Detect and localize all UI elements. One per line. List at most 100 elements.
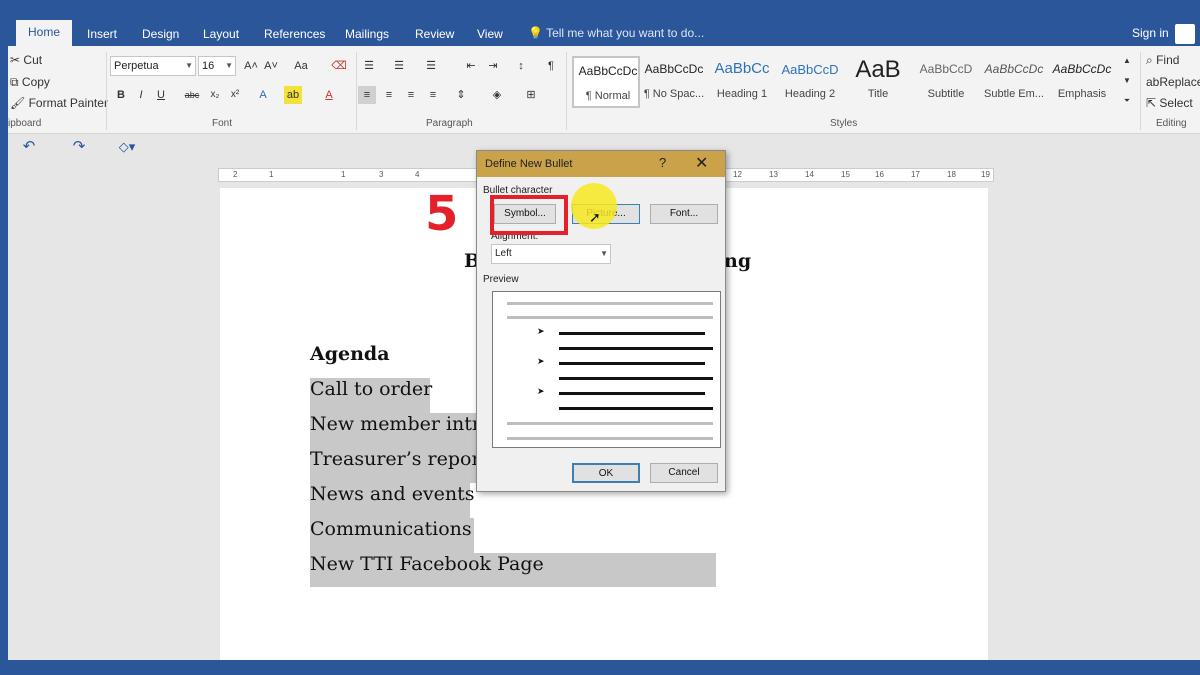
strikethrough-button[interactable]: abc <box>180 86 204 104</box>
style-title[interactable]: AaB Title <box>844 56 912 108</box>
group-divider <box>106 52 107 130</box>
cancel-button[interactable]: Cancel <box>650 463 718 483</box>
tell-me-box[interactable]: 💡 Tell me what you want to do... <box>528 26 704 40</box>
dialog-title-bar[interactable]: Define New Bullet ? ✕ <box>477 151 725 177</box>
preview-label: Preview <box>483 274 519 285</box>
styles-group-label: Styles <box>830 118 858 129</box>
align-center-icon[interactable]: ≡ <box>380 86 398 104</box>
sign-in-link[interactable]: Sign in <box>1132 26 1169 40</box>
replace-button[interactable]: abReplace <box>1146 74 1200 90</box>
preview-line <box>507 316 713 319</box>
shrink-font-icon[interactable]: A˅ <box>262 57 280 75</box>
undo-icon[interactable]: ↶ <box>20 138 38 156</box>
style-no-spacing[interactable]: AaBbCcDc ¶ No Spac... <box>640 56 708 108</box>
list-item: News and events <box>310 483 475 505</box>
preview-line <box>559 362 705 365</box>
bullet-preview: ➤ ➤ ➤ <box>492 291 721 448</box>
grow-font-icon[interactable]: A˄ <box>242 57 260 75</box>
copy-icon: ⧉ <box>10 75 19 89</box>
tab-mailings[interactable]: Mailings <box>345 22 389 46</box>
list-item: Communications <box>310 518 472 540</box>
preview-line <box>507 437 713 440</box>
help-icon[interactable]: ? <box>659 155 666 170</box>
styles-scroll-up-icon[interactable]: ▲ <box>1118 52 1136 70</box>
font-button[interactable]: Font... <box>650 204 718 224</box>
font-size-dropdown[interactable]: 16 ▼ <box>198 56 236 76</box>
ok-button[interactable]: OK <box>572 463 640 483</box>
clear-formatting-icon[interactable]: ⌫ <box>330 57 348 75</box>
text-effects-icon[interactable]: A <box>254 86 272 104</box>
multilevel-list-icon[interactable]: ☰ <box>422 57 440 75</box>
increase-indent-icon[interactable]: ⇥ <box>484 57 502 75</box>
style-normal[interactable]: AaBbCcDc ¶ Normal <box>572 56 640 108</box>
change-case-icon[interactable]: Aa <box>288 57 314 75</box>
decrease-indent-icon[interactable]: ⇤ <box>462 57 480 75</box>
align-left-icon[interactable]: ≡ <box>358 86 376 104</box>
line-spacing-icon[interactable]: ⇕ <box>452 86 470 104</box>
style-emphasis[interactable]: AaBbCcDc Emphasis <box>1048 56 1116 108</box>
heading-fragment-right: ng <box>724 250 752 272</box>
preview-bullet-icon: ➤ <box>537 326 545 336</box>
mouse-pointer-icon: ➚ <box>589 209 601 225</box>
share-person-icon[interactable] <box>1175 24 1195 44</box>
font-group-label: Font <box>212 118 233 129</box>
status-bar <box>8 660 1200 675</box>
clipboard-group-label: ipboard <box>8 118 42 129</box>
style-heading-1[interactable]: AaBbCc Heading 1 <box>708 56 776 108</box>
tell-me-text: Tell me what you want to do... <box>546 26 705 40</box>
font-color-icon[interactable]: A <box>320 86 338 104</box>
borders-icon[interactable]: ⊞ <box>522 86 540 104</box>
ribbon-tab-bar: Home Insert Design Layout References Mai… <box>0 0 1200 46</box>
copy-button[interactable]: ⧉ Copy <box>10 74 50 90</box>
subscript-button[interactable]: x₂ <box>206 86 224 104</box>
cursor-icon: ⇱ <box>1146 96 1157 110</box>
lightbulb-icon: 💡 <box>528 26 543 40</box>
styles-scroll-down-icon[interactable]: ▼ <box>1118 72 1136 90</box>
close-icon[interactable]: ✕ <box>695 153 708 173</box>
underline-button[interactable]: U <box>152 86 170 104</box>
highlight-color-icon[interactable]: ab <box>284 86 302 104</box>
tab-review[interactable]: Review <box>415 22 454 46</box>
tab-references[interactable]: References <box>264 22 325 46</box>
tab-design[interactable]: Design <box>142 22 179 46</box>
font-name-dropdown[interactable]: Perpetua ▼ <box>110 56 196 76</box>
format-painter-button[interactable]: 🖌 Format Painter <box>10 95 108 111</box>
chevron-down-icon: ▼ <box>225 61 233 70</box>
select-button[interactable]: ⇱ Select <box>1146 95 1193 111</box>
styles-more-icon[interactable]: ⏷ <box>1118 92 1136 110</box>
tab-layout[interactable]: Layout <box>203 22 239 46</box>
sort-icon[interactable]: ↕ <box>512 57 530 75</box>
paintbrush-icon: 🖌 <box>10 96 26 110</box>
list-item: New TTI Facebook Page <box>310 553 544 575</box>
shading-icon[interactable]: ◈ <box>488 86 506 104</box>
alignment-dropdown[interactable]: Left ▼ <box>491 244 611 264</box>
search-icon: ⌕ <box>1146 53 1153 67</box>
list-item: New member intro <box>310 413 493 435</box>
show-marks-icon[interactable]: ¶ <box>542 57 560 75</box>
paragraph-group-label: Paragraph <box>426 118 473 129</box>
style-subtle-emphasis[interactable]: AaBbCcDc Subtle Em... <box>980 56 1048 108</box>
list-item: Call to order <box>310 378 433 400</box>
dialog-title: Define New Bullet <box>485 158 573 170</box>
tab-insert[interactable]: Insert <box>87 22 117 46</box>
tab-view[interactable]: View <box>477 22 503 46</box>
bullets-icon[interactable]: ☰ <box>360 57 378 75</box>
italic-button[interactable]: I <box>132 86 150 104</box>
cut-button[interactable]: ✂ Cut <box>10 52 42 68</box>
tab-home[interactable]: Home <box>16 20 73 46</box>
superscript-button[interactable]: x² <box>226 86 244 104</box>
touch-mode-icon[interactable]: ◇▾ <box>112 138 142 156</box>
numbering-icon[interactable]: ☰ <box>390 57 408 75</box>
redo-icon[interactable]: ↷ <box>70 138 88 156</box>
style-heading-2[interactable]: AaBbCcD Heading 2 <box>776 56 844 108</box>
step-number: 5 <box>425 186 459 242</box>
style-subtitle[interactable]: AaBbCcD Subtitle <box>912 56 980 108</box>
preview-line <box>559 392 705 395</box>
preview-line <box>559 332 705 335</box>
preview-bullet-icon: ➤ <box>537 386 545 396</box>
find-button[interactable]: ⌕ Find <box>1146 52 1179 68</box>
bold-button[interactable]: B <box>112 86 130 104</box>
align-right-icon[interactable]: ≡ <box>402 86 420 104</box>
justify-icon[interactable]: ≡ <box>424 86 442 104</box>
chevron-down-icon: ▼ <box>185 61 193 70</box>
